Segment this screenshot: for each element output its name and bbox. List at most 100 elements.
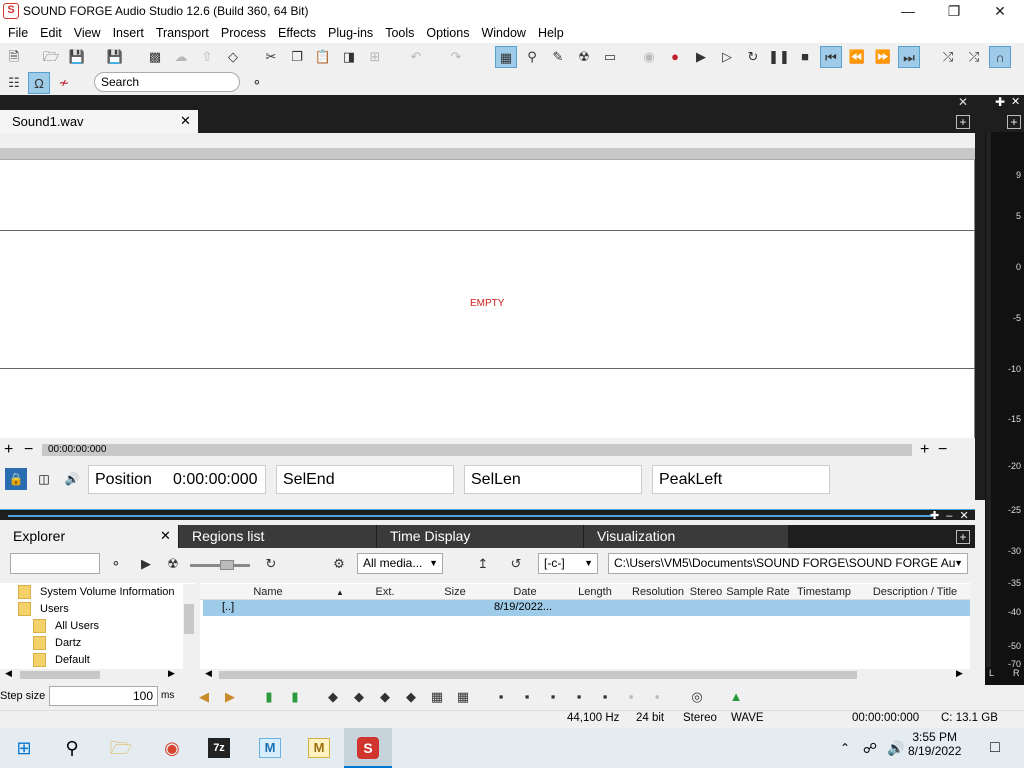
crossfade-icon[interactable]: ⤮ — [963, 46, 985, 68]
stop-icon[interactable]: ■ — [794, 46, 816, 68]
record-arm-icon[interactable]: ◉ — [638, 46, 660, 68]
tab-visualization[interactable]: Visualization — [584, 525, 788, 548]
envelope-tool-icon[interactable]: ▭ — [599, 46, 621, 68]
undo-icon[interactable]: ↶ — [405, 46, 427, 68]
tab-close-icon[interactable]: ✕ — [180, 113, 191, 129]
nudge-up-icon[interactable]: ◆ — [348, 686, 370, 708]
col-length[interactable]: Length — [562, 586, 628, 598]
play-icon[interactable]: ▶ — [690, 46, 712, 68]
col-stereo[interactable]: Stereo — [688, 586, 724, 598]
new-file-icon[interactable]: 🗎 — [3, 46, 25, 68]
speaker-icon[interactable]: 🔊 — [61, 468, 83, 490]
add-panel-icon[interactable]: + — [956, 530, 970, 544]
scroll-right-icon[interactable]: ▶ — [168, 668, 175, 679]
redo-icon[interactable]: ↷ — [445, 46, 467, 68]
clock[interactable]: 3:55 PM 8/19/2022 — [908, 730, 961, 758]
upload-icon[interactable]: ⇧ — [196, 46, 218, 68]
menu-plug-ins[interactable]: Plug-ins — [322, 24, 379, 42]
dock-close-icon[interactable]: ✕ — [959, 510, 968, 522]
go-to-start-icon[interactable]: ⏮ — [820, 46, 842, 68]
explorer-search-input[interactable] — [10, 553, 100, 574]
menu-tools[interactable]: Tools — [379, 24, 420, 42]
tab-regions-list[interactable]: Regions list — [179, 525, 376, 548]
marker-e-icon[interactable]: ▪ — [594, 686, 616, 708]
scroll-left-icon[interactable]: ◀ — [205, 668, 212, 679]
7zip-icon[interactable]: 7z — [196, 728, 244, 768]
marker-r-icon[interactable]: ▪ — [516, 686, 538, 708]
timeline-scrollbar[interactable] — [42, 444, 912, 456]
app-m-blue-icon[interactable]: M — [246, 728, 294, 768]
scroll-left-icon[interactable]: ◀ — [5, 668, 12, 679]
meter-move-icon[interactable]: ✚ — [995, 95, 1005, 109]
meter-close-icon[interactable]: ✕ — [1011, 95, 1020, 108]
spectrum-icon[interactable]: ▲ — [725, 686, 747, 708]
markers-icon[interactable]: ☷ — [3, 72, 25, 94]
volume-icon[interactable]: 🔊 — [884, 728, 908, 768]
menu-window[interactable]: Window — [475, 24, 531, 42]
zoom-out-icon[interactable]: − — [24, 441, 33, 459]
step-size-input[interactable]: 100 — [49, 686, 158, 706]
scroll-right-icon[interactable]: ▶ — [956, 668, 963, 679]
step-forward-icon[interactable]: ▶ — [219, 686, 241, 708]
binoculars-icon[interactable]: ⚬ — [246, 72, 268, 94]
media-filter-select[interactable]: All media... ▼ — [357, 553, 443, 574]
nudge-left-icon[interactable]: ◆ — [322, 686, 344, 708]
menu-help[interactable]: Help — [532, 24, 570, 42]
pencil-tool-icon[interactable]: ✎ — [547, 46, 569, 68]
event-tool-icon[interactable]: ☢ — [573, 46, 595, 68]
nudge-right-icon[interactable]: ◆ — [400, 686, 422, 708]
tab-explorer[interactable]: Explorer ✕ — [0, 525, 178, 548]
search-input[interactable]: Search — [94, 72, 240, 92]
file-explorer-icon[interactable]: 🗁 — [97, 728, 145, 768]
record-icon[interactable]: ● — [664, 46, 686, 68]
col-size[interactable]: Size — [420, 586, 490, 598]
edit-tool-icon[interactable]: ▦ — [495, 46, 517, 68]
nudge-center-icon[interactable]: ◆ — [374, 686, 396, 708]
col-timestamp[interactable]: Timestamp — [792, 586, 856, 598]
close-doc-icon[interactable]: ✕ — [958, 95, 968, 109]
col-ext[interactable]: Ext. — [352, 586, 418, 598]
settings-gear-icon[interactable]: ⚙ — [328, 553, 350, 575]
auto-play-icon[interactable]: ☢ — [162, 553, 184, 575]
menu-transport[interactable]: Transport — [150, 24, 215, 42]
open-folder-icon[interactable]: 🗁 — [40, 46, 62, 68]
step-back-icon[interactable]: ◀ — [193, 686, 215, 708]
tab-time-display[interactable]: Time Display — [377, 525, 583, 548]
list-hscroll-thumb[interactable] — [219, 671, 857, 679]
find-icon[interactable]: ⚬ — [105, 553, 127, 575]
cut-icon[interactable]: ✂ — [260, 46, 282, 68]
forward-icon[interactable]: ⏩ — [872, 46, 894, 68]
level-zoom-out-icon[interactable]: − — [938, 441, 947, 459]
tree-hscroll-thumb[interactable] — [20, 671, 100, 679]
marker-s-icon[interactable]: ▪ — [542, 686, 564, 708]
go-to-end-icon[interactable]: ⏭ — [898, 46, 920, 68]
level-zoom-in-icon[interactable]: + — [920, 441, 929, 459]
col-description[interactable]: Description / Title — [866, 586, 964, 598]
tab-sound1-wav[interactable]: Sound1.wav ✕ — [0, 110, 198, 133]
magnify-tool-icon[interactable]: ⚲ — [521, 46, 543, 68]
mix-icon[interactable]: ◨ — [338, 46, 360, 68]
menu-edit[interactable]: Edit — [34, 24, 68, 42]
loop-icon[interactable]: ↻ — [742, 46, 764, 68]
copy-icon[interactable]: ❐ — [286, 46, 308, 68]
explorer-play-icon[interactable]: ▶ — [135, 553, 157, 575]
marker-p-icon[interactable]: ▪ — [568, 686, 590, 708]
paste-icon[interactable]: 📋 — [312, 46, 334, 68]
volume-slider-thumb[interactable] — [220, 560, 234, 570]
menu-file[interactable]: File — [0, 24, 34, 42]
properties-tag-icon[interactable]: ◇ — [222, 46, 244, 68]
tree-item[interactable]: System Volume Information — [18, 585, 175, 599]
mute-icon[interactable]: ◫ — [33, 468, 55, 490]
table-row[interactable]: [..] 8/19/2022... — [203, 600, 970, 616]
marker-m-icon[interactable]: ▪ — [490, 686, 512, 708]
save-icon[interactable]: 💾 — [66, 46, 88, 68]
menu-view[interactable]: View — [68, 24, 107, 42]
notifications-icon[interactable]: □ — [975, 728, 1015, 768]
list-hscrollbar[interactable]: ◀ ▶ — [200, 668, 970, 681]
crop-icon[interactable]: ⊞ — [364, 46, 386, 68]
back-icon[interactable]: ↺ — [505, 553, 527, 575]
search-icon[interactable]: ⚲ — [48, 728, 96, 768]
tray-chevron-icon[interactable]: ⌃ — [835, 728, 855, 768]
minimize-button[interactable]: — — [885, 0, 931, 24]
play-all-icon[interactable]: ▷ — [716, 46, 738, 68]
